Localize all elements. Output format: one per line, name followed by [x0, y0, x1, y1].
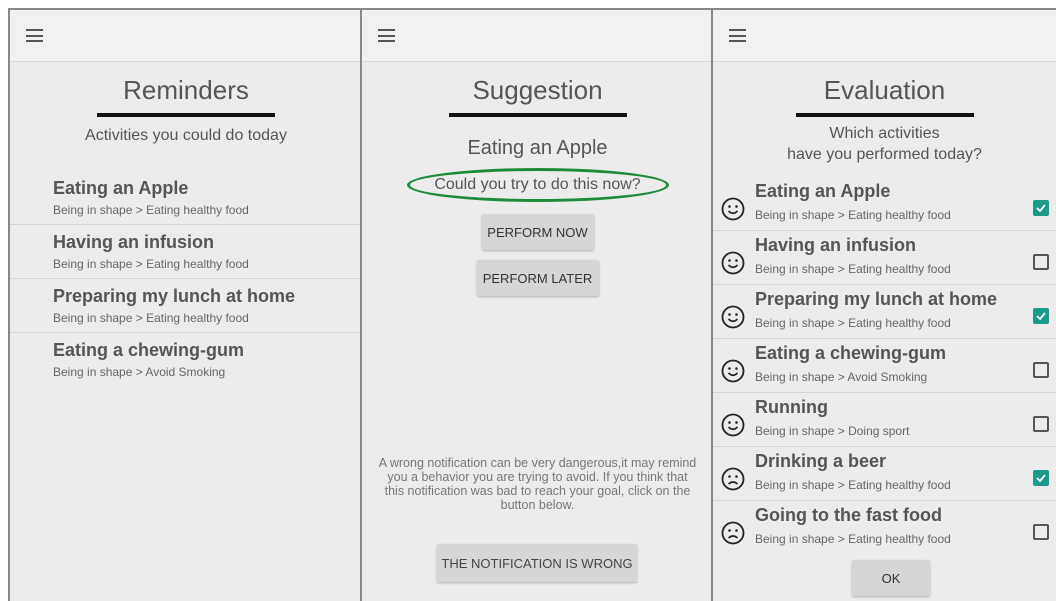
list-item[interactable]: Going to the fast food Being in shape > E…	[713, 501, 1056, 555]
smile-face-icon	[721, 413, 745, 437]
list-item-subtitle: Being in shape > Doing sport	[755, 424, 910, 438]
question-highlight: Could you try to do this now?	[406, 168, 669, 202]
list-item[interactable]: Eating an Apple Being in shape > Eating …	[10, 171, 362, 225]
list-item-subtitle: Being in shape > Eating healthy food	[53, 257, 249, 271]
reminder-list: Eating an Apple Being in shape > Eating …	[10, 171, 362, 387]
list-item[interactable]: Having an infusion Being in shape > Eati…	[10, 225, 362, 279]
list-item[interactable]: Eating a chewing-gum Being in shape > Avo…	[713, 339, 1056, 393]
evaluation-list: Eating an Apple Being in shape > Eating h…	[713, 177, 1056, 555]
smile-face-icon	[721, 305, 745, 329]
checkmark-icon	[1036, 474, 1046, 483]
app-bar	[362, 10, 713, 62]
list-item-title: Having an infusion	[755, 235, 917, 255]
suggested-activity: Eating an Apple	[467, 137, 608, 159]
list-item[interactable]: Drinking a beer Being in shape > Eating h…	[713, 447, 1056, 501]
suggestion-question: Could you try to do this now?	[434, 176, 641, 193]
evaluation-screen: Evaluation Which activities have you per…	[711, 8, 1056, 601]
performed-checkbox[interactable]	[1033, 470, 1049, 486]
performed-checkbox[interactable]	[1033, 416, 1049, 432]
performed-checkbox[interactable]	[1033, 308, 1049, 324]
smile-face-icon	[721, 359, 745, 383]
list-item[interactable]: Preparing my lunch at home Being in shap…	[10, 279, 362, 333]
page-title: Reminders	[123, 75, 249, 105]
list-item-title: Drinking a beer	[755, 451, 887, 471]
list-item-title: Going to the fast food	[755, 505, 942, 525]
smile-face-icon	[721, 251, 745, 275]
title-underline	[795, 113, 974, 117]
checkmark-icon	[1036, 204, 1046, 213]
list-item-title: Eating a chewing-gum	[755, 343, 947, 363]
performed-checkbox[interactable]	[1033, 254, 1049, 270]
app-bar	[713, 10, 1056, 62]
page-title: Evaluation	[823, 75, 946, 105]
perform-later-button[interactable]: PERFORM LATER	[476, 260, 599, 296]
list-item-subtitle: Being in shape > Eating healthy food	[755, 478, 951, 492]
list-item-title: Preparing my lunch at home	[755, 289, 998, 309]
list-item-title: Eating a chewing-gum	[53, 340, 245, 360]
question-line-1: Which activities	[829, 125, 940, 142]
performed-checkbox[interactable]	[1033, 524, 1049, 540]
list-item-subtitle: Being in shape > Eating healthy food	[755, 208, 951, 222]
list-item-subtitle: Being in shape > Eating healthy food	[755, 532, 951, 546]
checkmark-icon	[1036, 312, 1046, 321]
list-item-subtitle: Being in shape > Avoid Smoking	[53, 365, 226, 379]
ok-button[interactable]: OK	[852, 560, 930, 596]
perform-now-button[interactable]: PERFORM NOW	[481, 214, 594, 250]
list-item-title: Having an infusion	[53, 232, 215, 252]
app-bar	[10, 10, 362, 62]
page-title: Suggestion	[472, 75, 603, 105]
list-item-subtitle: Being in shape > Eating healthy food	[53, 203, 249, 217]
list-item-subtitle: Being in shape > Eating healthy food	[755, 316, 951, 330]
list-item-title: Running	[755, 397, 828, 417]
list-item[interactable]: Eating an Apple Being in shape > Eating h…	[713, 177, 1056, 231]
evaluation-question: Which activities have you performed toda…	[713, 123, 1056, 165]
performed-checkbox[interactable]	[1033, 362, 1049, 378]
list-item-title: Preparing my lunch at home	[53, 286, 296, 306]
list-item[interactable]: Having an infusion Being in shape > Eatin…	[713, 231, 1056, 285]
list-item-subtitle: Being in shape > Eating healthy food	[755, 262, 951, 276]
warning-text: A wrong notification can be very dangero…	[378, 456, 697, 512]
list-item[interactable]: Running Being in shape > Doing sport	[713, 393, 1056, 447]
list-item-title: Eating an Apple	[755, 181, 891, 201]
list-item[interactable]: Eating a chewing-gum Being in shape > Av…	[10, 333, 362, 387]
list-item-subtitle: Being in shape > Avoid Smoking	[755, 370, 928, 384]
smile-face-icon	[721, 197, 745, 221]
performed-checkbox[interactable]	[1033, 200, 1049, 216]
hamburger-menu-icon[interactable]	[26, 29, 43, 42]
suggestion-screen: Suggestion Eating an Apple Could you try…	[360, 8, 715, 601]
wrong-notification-button[interactable]: THE NOTIFICATION IS WRONG	[437, 544, 637, 582]
page-subtitle: Activities you could do today	[85, 127, 287, 144]
title-underline	[448, 113, 627, 117]
list-item-subtitle: Being in shape > Eating healthy food	[53, 311, 249, 325]
list-item[interactable]: Preparing my lunch at home Being in shape…	[713, 285, 1056, 339]
list-item-title: Eating an Apple	[53, 178, 189, 198]
frown-face-icon	[721, 521, 745, 545]
reminders-screen: Reminders Activities you could do today …	[8, 8, 364, 601]
question-line-2: have you performed today?	[787, 146, 982, 163]
frown-face-icon	[721, 467, 745, 491]
hamburger-menu-icon[interactable]	[378, 29, 395, 42]
title-underline	[97, 113, 275, 117]
hamburger-menu-icon[interactable]	[729, 29, 746, 42]
